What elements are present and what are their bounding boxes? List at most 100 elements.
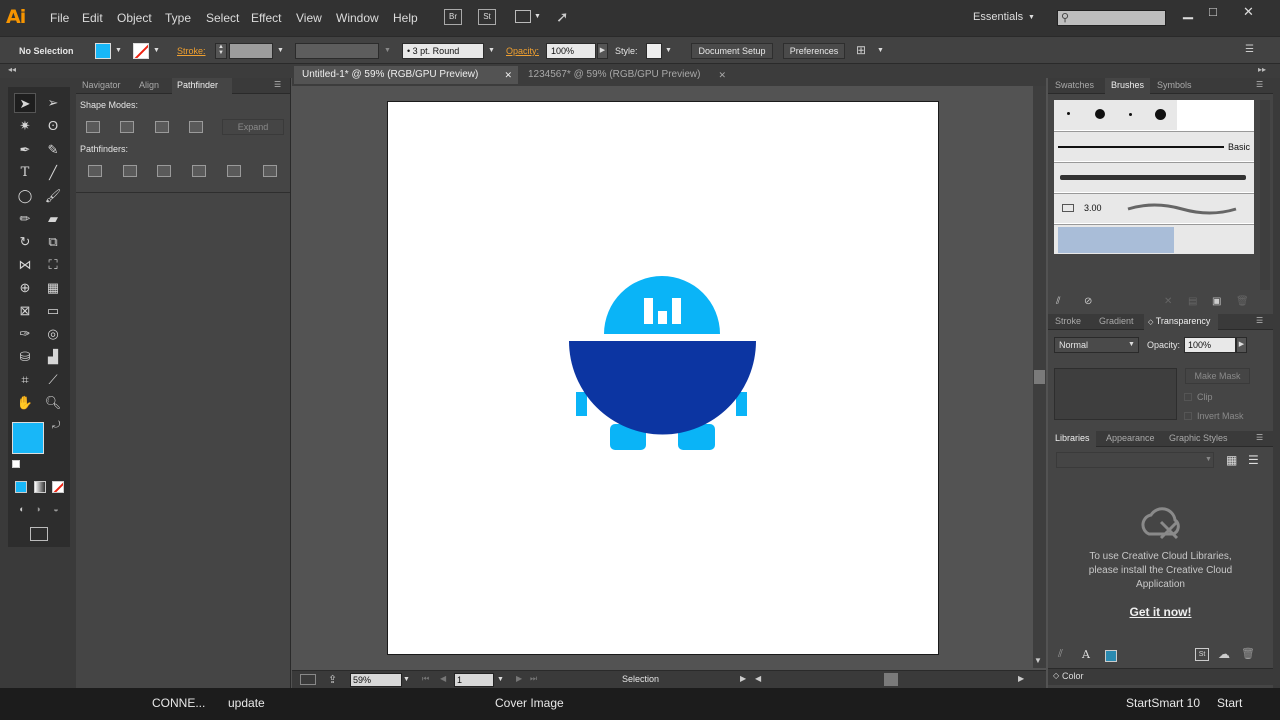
tab-libraries[interactable]: Libraries [1055, 433, 1090, 443]
close-icon[interactable]: ✕ [718, 66, 726, 84]
list-view-icon[interactable]: ☰ [1248, 453, 1259, 467]
tab-symbols[interactable]: Symbols [1157, 80, 1192, 90]
swap-colors-icon[interactable]: ⤾ [52, 420, 60, 431]
crop-icon[interactable] [192, 165, 206, 177]
draw-behind-icon[interactable]: ◑ [31, 504, 45, 516]
minus-back-icon[interactable] [263, 165, 277, 177]
gradient-mode-icon[interactable] [34, 481, 46, 493]
invert-mask-checkbox[interactable] [1184, 412, 1192, 420]
last-artboard-icon[interactable]: ⏭ [530, 674, 537, 684]
intersect-icon[interactable] [155, 121, 169, 133]
fill-color-swatch[interactable] [12, 422, 44, 454]
bridge-button[interactable]: Br [444, 9, 462, 25]
expand-button[interactable]: Expand [222, 119, 284, 135]
menu-view[interactable]: View [296, 11, 322, 25]
sync-icon[interactable]: ☁ [1218, 647, 1230, 661]
chevron-down-icon[interactable]: ▼ [877, 47, 884, 54]
brush-library[interactable]: Basic 3.00 [1054, 100, 1254, 254]
tab-swatches[interactable]: Swatches [1055, 80, 1094, 90]
get-it-now-link[interactable]: Get it now! [1048, 605, 1273, 619]
library-select[interactable] [1056, 452, 1214, 468]
collapse-icon[interactable]: ◂◂ [8, 65, 16, 74]
brush-tip-4[interactable] [1155, 109, 1166, 120]
delete-brush-icon[interactable]: ✕ [1164, 296, 1172, 307]
chevron-right-icon[interactable]: ▶ [1236, 337, 1247, 353]
menu-effect[interactable]: Effect [251, 11, 281, 25]
chevron-down-icon[interactable]: ▼ [1128, 341, 1135, 348]
menu-type[interactable]: Type [165, 11, 191, 25]
blend-tool-icon[interactable]: ◎ [42, 324, 64, 344]
collapse-icon[interactable]: ▸▸ [1258, 65, 1266, 74]
gradient-tool-icon[interactable]: ▭ [42, 301, 64, 321]
tab-pathfinder[interactable]: Pathfinder [177, 80, 218, 90]
chevron-down-icon[interactable]: ▼ [497, 676, 504, 683]
artboard-number-field[interactable]: 1 [454, 673, 494, 687]
taskbar-item-cover-image[interactable]: Cover Image [495, 696, 564, 710]
ellipse-tool-icon[interactable]: ◯ [14, 186, 36, 206]
scroll-thumb[interactable] [1034, 370, 1045, 384]
tab-transparency[interactable]: ◇ Transparency [1148, 316, 1210, 326]
brushes-scrollbar[interactable] [1260, 100, 1270, 290]
hand-tool-icon[interactable]: ✋ [14, 393, 36, 413]
scroll-left-icon[interactable]: ◀ [755, 674, 761, 683]
panel-menu-icon[interactable]: ☰ [274, 80, 281, 89]
maximize-button[interactable]: □ [1209, 4, 1217, 19]
make-mask-button[interactable]: Make Mask [1185, 368, 1250, 384]
chevron-down-icon[interactable]: ▼ [665, 47, 672, 54]
mesh-tool-icon[interactable]: ⊠ [14, 301, 36, 321]
stock-icon[interactable]: St [1195, 648, 1209, 661]
chevron-down-icon[interactable]: ▼ [115, 47, 122, 54]
screen-mode-icon[interactable] [30, 527, 48, 541]
brush-tip-2[interactable] [1095, 109, 1105, 119]
align-icon[interactable]: ⊞ [856, 43, 866, 57]
panel-menu-icon[interactable]: ☰ [1245, 44, 1254, 55]
vertical-scrollbar[interactable]: ▼ [1033, 86, 1046, 668]
menu-window[interactable]: Window [336, 11, 379, 25]
robot-head[interactable] [604, 276, 720, 334]
minimize-button[interactable]: ▁ [1183, 4, 1193, 20]
tab-stroke[interactable]: Stroke [1055, 316, 1081, 326]
scale-tool-icon[interactable]: ⧉ [42, 232, 64, 252]
unite-icon[interactable] [86, 121, 100, 133]
doc-tab-1234567[interactable]: 1234567* @ 59% (RGB/GPU Preview) ✕ [520, 66, 732, 84]
chevron-right-icon[interactable]: ▶ [597, 43, 608, 59]
panel-menu-icon[interactable]: ☰ [1256, 80, 1263, 89]
close-button[interactable]: ✕ [1243, 4, 1254, 20]
new-brush-icon[interactable]: ▣ [1212, 296, 1221, 307]
opacity-label[interactable]: Opacity: [506, 46, 539, 56]
taskbar-item-start[interactable]: Start [1217, 696, 1242, 710]
add-content-icon[interactable]: ⫽ [1058, 648, 1063, 661]
menu-help[interactable]: Help [393, 11, 418, 25]
menu-file[interactable]: File [50, 11, 69, 25]
curvature-tool-icon[interactable]: ✎ [42, 140, 64, 160]
brush-definition-field[interactable]: • 3 pt. Round [402, 43, 484, 59]
search-input[interactable]: ⚲ [1057, 10, 1166, 26]
minus-front-icon[interactable] [120, 121, 134, 133]
slice-tool-icon[interactable]: ⟋ [42, 370, 64, 390]
fill-swatch[interactable] [95, 43, 111, 59]
arrange-documents-icon[interactable] [515, 10, 531, 23]
grid-view-icon[interactable]: ▦ [1226, 453, 1237, 467]
chevron-down-icon[interactable]: ▼ [1205, 456, 1212, 463]
draw-inside-icon[interactable]: ◒ [49, 504, 63, 516]
status-menu-icon[interactable]: ▶ [740, 674, 746, 683]
stroke-weight-stepper[interactable]: ▲ ▼ [215, 43, 227, 59]
taskbar-item-update[interactable]: update [228, 696, 265, 710]
tab-gradient[interactable]: Gradient [1099, 316, 1134, 326]
tab-appearance[interactable]: Appearance [1106, 433, 1155, 443]
trim-icon[interactable] [123, 165, 137, 177]
draw-normal-icon[interactable]: ◐ [15, 504, 29, 516]
artboard-nav-icon[interactable] [300, 674, 316, 685]
prev-artboard-icon[interactable]: ◀ [440, 674, 446, 683]
panel-menu-icon[interactable]: ☰ [1256, 433, 1263, 442]
character-style-icon[interactable]: A [1082, 648, 1090, 661]
gpu-performance-icon[interactable]: ➚ [556, 8, 569, 26]
trash-icon[interactable]: 🗑︎ [1241, 647, 1255, 660]
scroll-right-icon[interactable]: ▶ [1018, 674, 1024, 683]
perspective-grid-tool-icon[interactable]: ▦ [42, 278, 64, 298]
pencil-tool-icon[interactable]: ✏ [14, 209, 36, 229]
robot-arm-left[interactable] [576, 392, 587, 416]
scroll-down-icon[interactable]: ▼ [1034, 656, 1042, 665]
blend-mode-select[interactable]: Normal [1054, 337, 1139, 353]
chevron-down-icon[interactable]: ▼ [488, 47, 495, 54]
